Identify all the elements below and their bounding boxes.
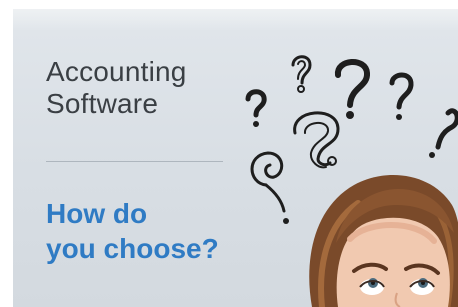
question-line-1: How do xyxy=(46,198,148,229)
banner-title: Accounting Software xyxy=(46,56,187,120)
question-mark-top-right-icon xyxy=(335,59,370,119)
banner-panel[interactable]: Accounting Software How do you choose? xyxy=(13,9,458,307)
left-margin xyxy=(0,0,13,307)
panel-highlight xyxy=(13,9,458,31)
question-mark-top-icon xyxy=(291,55,312,93)
question-mark-far-right-icon xyxy=(429,108,458,158)
question-mark-spiral-icon xyxy=(250,151,289,224)
question-mark-large-icon xyxy=(293,111,340,169)
question-mark-right-icon xyxy=(389,72,414,120)
woman-icon xyxy=(309,174,458,307)
thinking-woman-illustration xyxy=(245,55,458,307)
top-margin xyxy=(0,0,458,9)
question-mark-small-left-icon xyxy=(245,89,267,127)
title-line-1: Accounting xyxy=(46,56,187,87)
banner-question: How do you choose? xyxy=(46,196,219,266)
title-line-2: Software xyxy=(46,88,159,119)
banner-frame: Accounting Software How do you choose? xyxy=(0,0,458,307)
divider-line xyxy=(46,161,223,162)
question-line-2: you choose? xyxy=(46,233,219,264)
